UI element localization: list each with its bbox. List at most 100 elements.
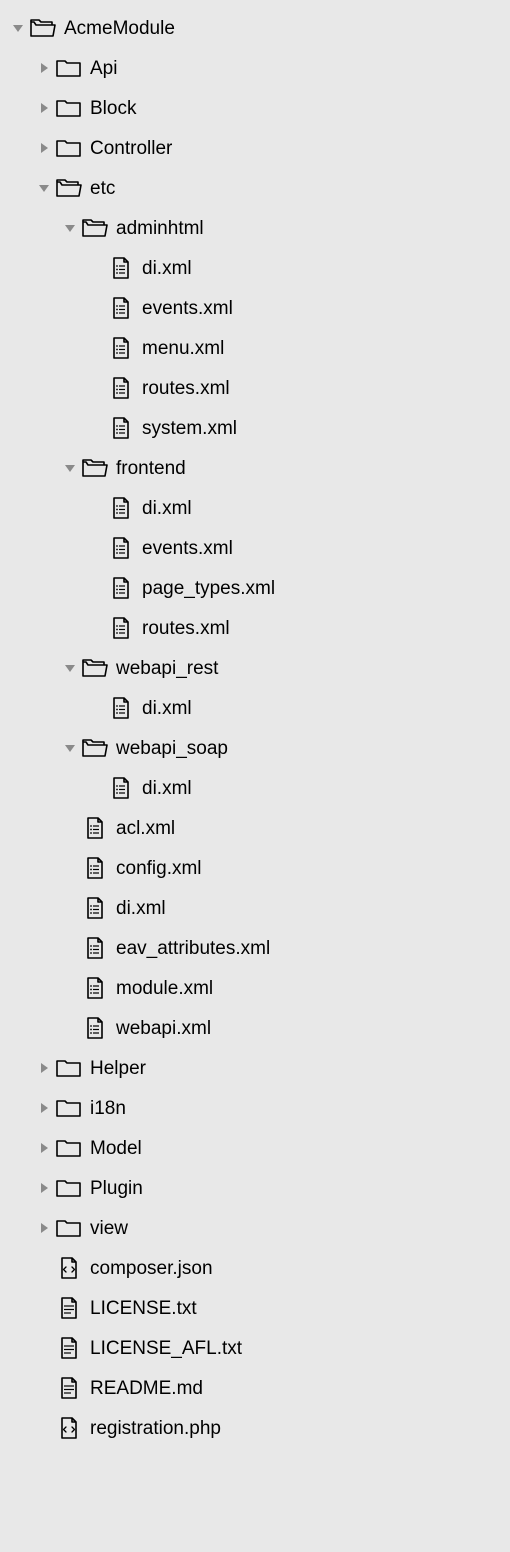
folder-row[interactable]: Api [0, 48, 510, 88]
file-row[interactable]: di.xml [0, 888, 510, 928]
xml-file-icon [108, 696, 134, 720]
xml-file-icon [82, 856, 108, 880]
chevron-right-icon[interactable] [34, 1138, 54, 1158]
file-row[interactable]: config.xml [0, 848, 510, 888]
chevron-right-icon[interactable] [34, 138, 54, 158]
file-row[interactable]: events.xml [0, 528, 510, 568]
xml-file-icon [108, 576, 134, 600]
tree-item-label: module.xml [116, 979, 213, 998]
file-row[interactable]: LICENSE.txt [0, 1288, 510, 1328]
tree-item-label: di.xml [142, 779, 192, 798]
tree-item-label: webapi_rest [116, 659, 218, 678]
file-row[interactable]: page_types.xml [0, 568, 510, 608]
chevron-right-icon[interactable] [34, 1098, 54, 1118]
file-row[interactable]: acl.xml [0, 808, 510, 848]
tree-item-label: Model [90, 1139, 142, 1158]
chevron-right-icon[interactable] [34, 58, 54, 78]
tree-item-label: adminhtml [116, 219, 204, 238]
text-file-icon [56, 1336, 82, 1360]
xml-file-icon [108, 416, 134, 440]
xml-file-icon [108, 256, 134, 280]
folder-row[interactable]: webapi_rest [0, 648, 510, 688]
xml-file-icon [108, 536, 134, 560]
chevron-down-icon[interactable] [60, 738, 80, 758]
folder-row[interactable]: etc [0, 168, 510, 208]
xml-file-icon [82, 936, 108, 960]
folder-row[interactable]: Plugin [0, 1168, 510, 1208]
file-row[interactable]: module.xml [0, 968, 510, 1008]
xml-file-icon [82, 1016, 108, 1040]
file-row[interactable]: di.xml [0, 248, 510, 288]
folder-icon [56, 1096, 82, 1120]
folder-icon [56, 136, 82, 160]
folder-icon [56, 1136, 82, 1160]
xml-file-icon [108, 376, 134, 400]
tree-item-label: LICENSE.txt [90, 1299, 197, 1318]
folder-open-icon [82, 456, 108, 480]
folder-row[interactable]: i18n [0, 1088, 510, 1128]
tree-item-label: di.xml [142, 499, 192, 518]
xml-file-icon [108, 296, 134, 320]
file-row[interactable]: composer.json [0, 1248, 510, 1288]
tree-item-label: acl.xml [116, 819, 175, 838]
folder-row[interactable]: Block [0, 88, 510, 128]
tree-item-label: system.xml [142, 419, 237, 438]
chevron-right-icon[interactable] [34, 98, 54, 118]
folder-row[interactable]: AcmeModule [0, 8, 510, 48]
file-row[interactable]: system.xml [0, 408, 510, 448]
tree-item-label: i18n [90, 1099, 126, 1118]
file-row[interactable]: eav_attributes.xml [0, 928, 510, 968]
chevron-down-icon[interactable] [34, 178, 54, 198]
tree-item-label: menu.xml [142, 339, 224, 358]
file-row[interactable]: events.xml [0, 288, 510, 328]
file-row[interactable]: webapi.xml [0, 1008, 510, 1048]
file-row[interactable]: di.xml [0, 768, 510, 808]
tree-item-label: webapi.xml [116, 1019, 211, 1038]
file-row[interactable]: README.md [0, 1368, 510, 1408]
folder-row[interactable]: frontend [0, 448, 510, 488]
folder-row[interactable]: webapi_soap [0, 728, 510, 768]
folder-icon [56, 1216, 82, 1240]
chevron-right-icon[interactable] [34, 1178, 54, 1198]
text-file-icon [56, 1296, 82, 1320]
file-row[interactable]: LICENSE_AFL.txt [0, 1328, 510, 1368]
tree-item-label: routes.xml [142, 619, 230, 638]
chevron-right-icon[interactable] [34, 1058, 54, 1078]
tree-item-label: Controller [90, 139, 172, 158]
file-row[interactable]: routes.xml [0, 608, 510, 648]
tree-item-label: Plugin [90, 1179, 143, 1198]
file-row[interactable]: registration.php [0, 1408, 510, 1448]
folder-row[interactable]: Helper [0, 1048, 510, 1088]
chevron-down-icon[interactable] [60, 218, 80, 238]
tree-item-label: view [90, 1219, 128, 1238]
file-row[interactable]: di.xml [0, 688, 510, 728]
tree-item-label: frontend [116, 459, 186, 478]
folder-row[interactable]: Controller [0, 128, 510, 168]
folder-open-icon [82, 736, 108, 760]
folder-icon [56, 1056, 82, 1080]
folder-icon [56, 1176, 82, 1200]
folder-row[interactable]: adminhtml [0, 208, 510, 248]
chevron-right-icon[interactable] [34, 1218, 54, 1238]
tree-item-label: registration.php [90, 1419, 221, 1438]
xml-file-icon [108, 616, 134, 640]
code-file-icon [56, 1256, 82, 1280]
xml-file-icon [82, 896, 108, 920]
tree-item-label: Api [90, 59, 117, 78]
folder-row[interactable]: Model [0, 1128, 510, 1168]
xml-file-icon [82, 816, 108, 840]
tree-item-label: config.xml [116, 859, 202, 878]
folder-row[interactable]: view [0, 1208, 510, 1248]
file-row[interactable]: di.xml [0, 488, 510, 528]
tree-item-label: routes.xml [142, 379, 230, 398]
folder-icon [56, 56, 82, 80]
tree-item-label: events.xml [142, 539, 233, 558]
file-row[interactable]: routes.xml [0, 368, 510, 408]
chevron-down-icon[interactable] [8, 18, 28, 38]
xml-file-icon [108, 776, 134, 800]
file-row[interactable]: menu.xml [0, 328, 510, 368]
folder-icon [56, 96, 82, 120]
chevron-down-icon[interactable] [60, 458, 80, 478]
tree-item-label: Block [90, 99, 136, 118]
chevron-down-icon[interactable] [60, 658, 80, 678]
